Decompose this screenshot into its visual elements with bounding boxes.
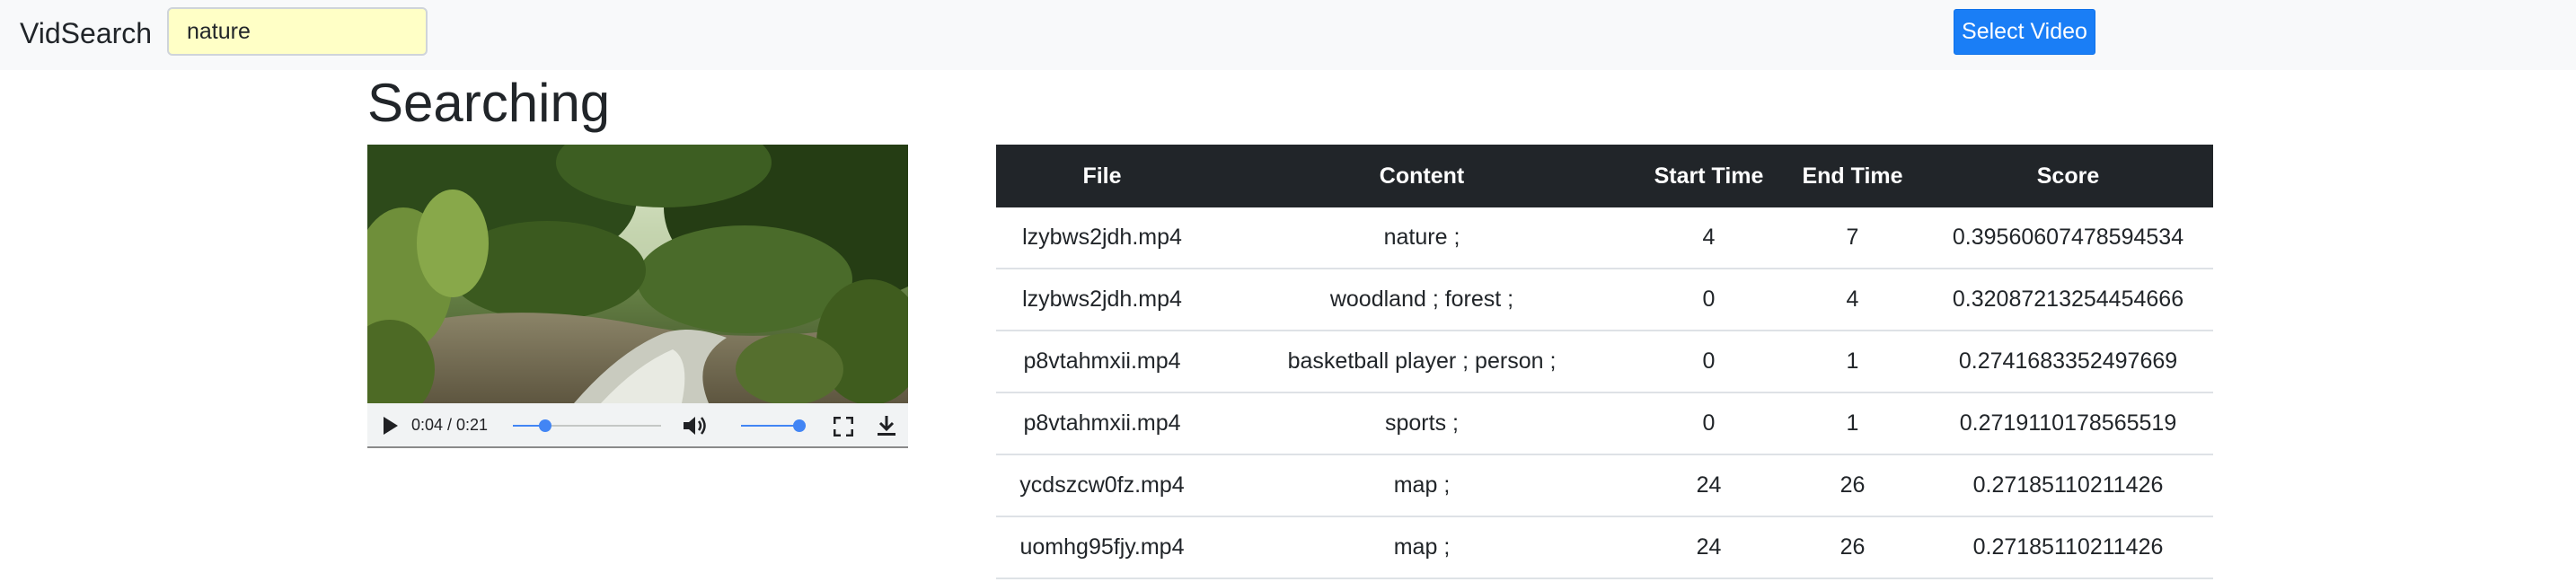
- column-header-content: Content: [1208, 145, 1636, 207]
- table-row[interactable]: lzybws2jdh.mp4 nature ; 4 7 0.3956060747…: [996, 207, 2213, 269]
- progress-thumb[interactable]: [538, 419, 551, 432]
- cell-content: woodland ; forest ;: [1208, 269, 1636, 331]
- cell-file: uomhg95fjy.mp4: [996, 516, 1208, 579]
- cell-score: 0.2719110178565519: [1923, 392, 2213, 455]
- volume-slider[interactable]: [741, 419, 806, 432]
- cell-end-time: 26: [1782, 516, 1923, 579]
- cell-end-time: 1: [1782, 331, 1923, 393]
- cell-end-time: 26: [1782, 454, 1923, 517]
- cell-score: 0.32087213254454666: [1923, 269, 2213, 331]
- cell-file: p8vtahmxii.mp4: [996, 331, 1208, 393]
- table-row[interactable]: p8vtahmxii.mp4 sports ; 0 1 0.2719110178…: [996, 392, 2213, 455]
- select-video-button[interactable]: Select Video: [1954, 9, 2095, 55]
- video-player[interactable]: 0:04 / 0:21: [367, 145, 908, 448]
- search-input[interactable]: [167, 7, 428, 56]
- cell-score: 0.2741683352497669: [1923, 331, 2213, 393]
- download-icon[interactable]: [876, 415, 897, 436]
- cell-score: 0.27185110211426: [1923, 454, 2213, 517]
- cell-start-time: 24: [1636, 454, 1782, 517]
- cell-file: lzybws2jdh.mp4: [996, 207, 1208, 269]
- cell-end-time: 4: [1782, 269, 1923, 331]
- volume-thumb[interactable]: [793, 419, 806, 432]
- cell-end-time: 1: [1782, 392, 1923, 455]
- column-header-start-time: Start Time: [1636, 145, 1782, 207]
- cell-content: map ;: [1208, 454, 1636, 517]
- time-display: 0:04 / 0:21: [411, 416, 489, 434]
- table-header-row: File Content Start Time End Time Score: [996, 145, 2213, 207]
- cell-score: 0.27185110211426: [1923, 516, 2213, 579]
- brand-logo[interactable]: VidSearch: [20, 17, 152, 49]
- table-row[interactable]: p8vtahmxii.mp4 basketball player ; perso…: [996, 331, 2213, 393]
- results-table: File Content Start Time End Time Score l…: [996, 145, 2213, 579]
- column-header-end-time: End Time: [1782, 145, 1923, 207]
- cell-content: map ;: [1208, 516, 1636, 579]
- cell-start-time: 0: [1636, 331, 1782, 393]
- video-controls: 0:04 / 0:21: [367, 403, 908, 448]
- cell-start-time: 0: [1636, 269, 1782, 331]
- page-title: Searching: [367, 73, 611, 133]
- cell-content: sports ;: [1208, 392, 1636, 455]
- cell-content: nature ;: [1208, 207, 1636, 269]
- table-row[interactable]: uomhg95fjy.mp4 map ; 24 26 0.27185110211…: [996, 516, 2213, 579]
- cell-start-time: 4: [1636, 207, 1782, 269]
- navbar: VidSearch Select Video: [0, 0, 2576, 70]
- cell-file: p8vtahmxii.mp4: [996, 392, 1208, 455]
- cell-start-time: 0: [1636, 392, 1782, 455]
- table-row[interactable]: ycdszcw0fz.mp4 map ; 24 26 0.27185110211…: [996, 454, 2213, 517]
- cell-end-time: 7: [1782, 207, 1923, 269]
- cell-file: lzybws2jdh.mp4: [996, 269, 1208, 331]
- volume-icon[interactable]: [682, 414, 707, 437]
- cell-content: basketball player ; person ;: [1208, 331, 1636, 393]
- progress-slider[interactable]: [513, 419, 661, 432]
- play-icon[interactable]: [383, 416, 399, 436]
- cell-start-time: 24: [1636, 516, 1782, 579]
- video-frame[interactable]: [367, 145, 908, 403]
- cell-file: ycdszcw0fz.mp4: [996, 454, 1208, 517]
- fullscreen-icon[interactable]: [834, 417, 853, 436]
- column-header-file: File: [996, 145, 1208, 207]
- cell-score: 0.39560607478594534: [1923, 207, 2213, 269]
- column-header-score: Score: [1923, 145, 2213, 207]
- progress-fill: [513, 425, 542, 427]
- table-row[interactable]: lzybws2jdh.mp4 woodland ; forest ; 0 4 0…: [996, 269, 2213, 331]
